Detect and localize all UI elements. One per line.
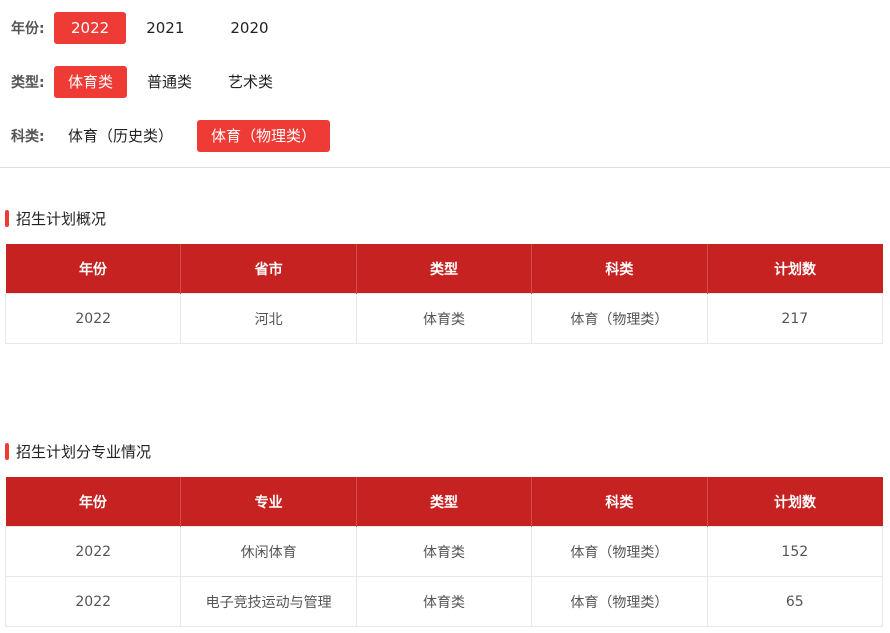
table-header-row: 年份 专业 类型 科类 计划数 xyxy=(5,477,883,527)
by-major-section-title: 招生计划分专业情况 xyxy=(0,441,890,461)
cell-plan-count: 152 xyxy=(706,526,884,577)
header-subject: 科类 xyxy=(531,244,708,294)
table-row: 2022 电子竞技运动与管理 体育类 体育（物理类） 65 xyxy=(4,576,884,627)
cell-province: 河北 xyxy=(180,293,357,344)
header-province: 省市 xyxy=(180,244,357,294)
table-row: 2022 河北 体育类 体育（物理类） 217 xyxy=(4,293,884,344)
overview-title-text: 招生计划概况 xyxy=(16,209,107,228)
subject-option-physics[interactable]: 体育（物理类） xyxy=(197,120,331,152)
cell-major: 电子竞技运动与管理 xyxy=(180,576,357,627)
cell-subject: 体育（物理类） xyxy=(531,526,708,577)
cell-type: 体育类 xyxy=(355,526,533,577)
year-option-2020[interactable]: 2020 xyxy=(216,12,282,44)
by-major-table: 年份 专业 类型 科类 计划数 2022 休闲体育 体育类 体育（物理类） 15… xyxy=(4,477,884,627)
header-type: 类型 xyxy=(356,477,533,527)
cell-plan-count: 217 xyxy=(706,293,884,344)
header-year: 年份 xyxy=(5,244,182,294)
overview-table: 年份 省市 类型 科类 计划数 2022 河北 体育类 体育（物理类） 217 xyxy=(4,244,884,344)
year-filter-label: 年份: xyxy=(11,21,45,37)
cell-year: 2022 xyxy=(4,576,182,627)
cell-plan-count: 65 xyxy=(706,576,884,627)
type-option-general[interactable]: 普通类 xyxy=(133,66,206,98)
cell-type: 体育类 xyxy=(355,576,533,627)
header-major: 专业 xyxy=(180,477,357,527)
by-major-title-text: 招生计划分专业情况 xyxy=(16,442,152,461)
cell-year: 2022 xyxy=(4,526,182,577)
subject-option-history[interactable]: 体育（历史类） xyxy=(54,120,187,152)
header-year: 年份 xyxy=(5,477,182,527)
cell-year: 2022 xyxy=(4,293,182,344)
cell-type: 体育类 xyxy=(355,293,533,344)
header-subject: 科类 xyxy=(531,477,708,527)
title-accent-bar xyxy=(5,442,9,460)
header-plan-count: 计划数 xyxy=(707,244,883,294)
cell-subject: 体育（物理类） xyxy=(531,576,708,627)
year-filter-row: 年份: 2022 2021 2020 xyxy=(0,12,890,44)
title-accent-bar xyxy=(5,209,9,227)
type-filter-row: 类型: 体育类 普通类 艺术类 xyxy=(0,66,890,98)
filter-panel: 年份: 2022 2021 2020 类型: 体育类 普通类 艺术类 科类: 体… xyxy=(0,0,890,152)
year-option-2022[interactable]: 2022 xyxy=(54,12,127,44)
header-type: 类型 xyxy=(356,244,533,294)
type-option-sports[interactable]: 体育类 xyxy=(54,66,128,98)
type-option-art[interactable]: 艺术类 xyxy=(214,66,287,98)
subject-filter-row: 科类: 体育（历史类） 体育（物理类） xyxy=(0,120,890,152)
table-header-row: 年份 省市 类型 科类 计划数 xyxy=(5,244,883,294)
header-plan-count: 计划数 xyxy=(707,477,883,527)
cell-subject: 体育（物理类） xyxy=(531,293,708,344)
cell-major: 休闲体育 xyxy=(180,526,357,577)
overview-section-title: 招生计划概况 xyxy=(0,208,890,228)
year-option-2021[interactable]: 2021 xyxy=(132,12,198,44)
type-filter-label: 类型: xyxy=(11,75,45,91)
subject-filter-label: 科类: xyxy=(11,129,45,145)
table-row: 2022 休闲体育 体育类 体育（物理类） 152 xyxy=(4,526,884,577)
